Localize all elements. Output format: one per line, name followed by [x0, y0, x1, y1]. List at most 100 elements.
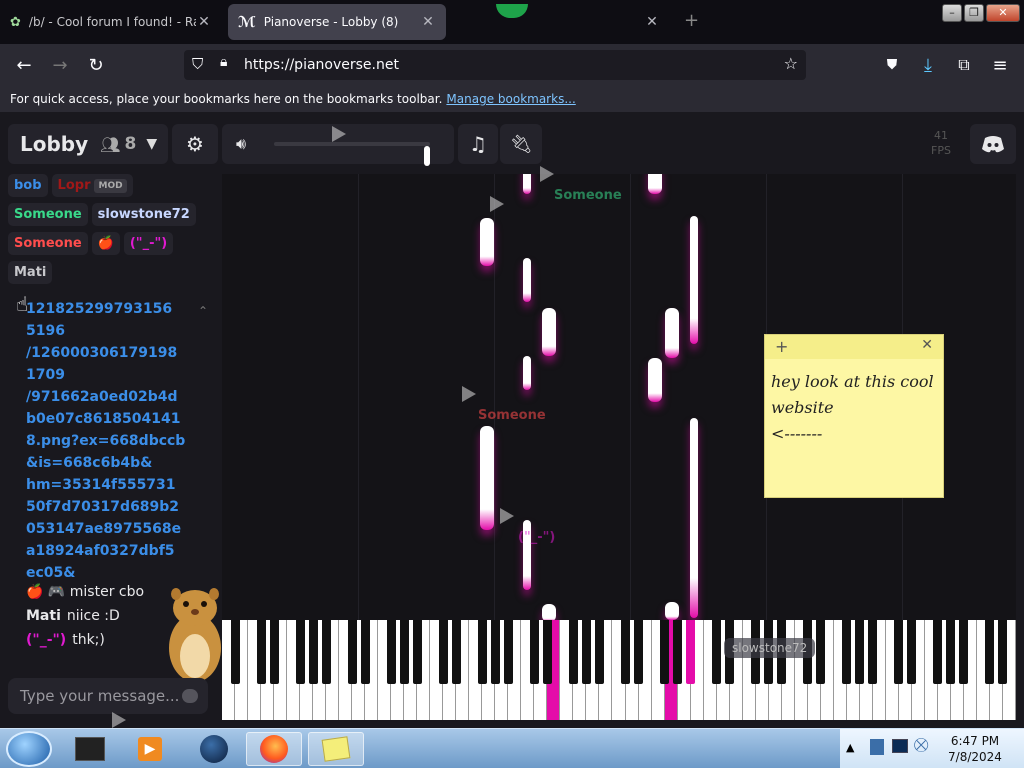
pocket-icon[interactable]: ⛊ — [878, 51, 906, 79]
user-chip[interactable]: slowstone72 — [91, 203, 196, 226]
black-key[interactable] — [946, 620, 956, 684]
black-key[interactable] — [568, 620, 578, 684]
sticky-note[interactable]: + ✕ hey look at this cool website <-----… — [764, 334, 944, 498]
black-key[interactable] — [868, 620, 878, 684]
chat-link-line[interactable]: 5196 — [8, 320, 214, 342]
black-key[interactable] — [686, 620, 696, 684]
add-note-icon[interactable]: + — [775, 337, 788, 356]
extensions-icon[interactable]: ⧉ — [950, 51, 978, 79]
black-key[interactable] — [621, 620, 630, 684]
black-key[interactable] — [438, 620, 448, 684]
show-hidden-icon[interactable]: ▲ — [846, 741, 854, 754]
black-key[interactable] — [256, 620, 266, 684]
chat-link-line[interactable]: 50f7d70317d689b2 — [8, 496, 214, 518]
black-key[interactable] — [842, 620, 852, 684]
lobby-selector[interactable]: Lobby 👥︎ 8 ▼ — [8, 124, 168, 164]
user-chip[interactable]: Someone — [8, 232, 88, 255]
menu-icon[interactable]: ≡ — [986, 51, 1014, 79]
black-key[interactable] — [634, 620, 644, 684]
user-chip[interactable]: 🍎 — [91, 232, 120, 255]
url-bar[interactable]: ⛉ 🔒︎ https://pianoverse.net ☆ — [184, 50, 806, 80]
bookmark-star-icon[interactable]: ☆ — [784, 54, 798, 73]
chat-link-line[interactable]: 121825299793156 — [8, 298, 214, 320]
black-key[interactable] — [660, 620, 670, 684]
network-icon[interactable] — [870, 739, 884, 755]
chat-link-line[interactable]: 1709 — [8, 364, 214, 386]
tab-pianoverse[interactable]: ℳ Pianoverse - Lobby (8) ✕ — [228, 4, 446, 40]
black-key[interactable] — [933, 620, 943, 684]
url-text[interactable]: https://pianoverse.net — [244, 57, 399, 73]
tab-close-icon[interactable]: ✕ — [420, 14, 436, 30]
taskbar-item[interactable] — [186, 732, 242, 766]
start-button[interactable] — [6, 731, 52, 767]
black-key[interactable] — [230, 620, 240, 684]
chat-link-line[interactable]: hm=35314f555731 — [8, 474, 214, 496]
volume-slider-track[interactable] — [274, 142, 430, 146]
black-key[interactable] — [347, 620, 357, 684]
forward-arrow-icon[interactable]: → — [46, 51, 74, 79]
black-key[interactable] — [321, 620, 331, 684]
taskbar-item[interactable] — [62, 732, 118, 766]
black-key[interactable] — [490, 620, 500, 684]
taskbar-item-sticky-notes[interactable] — [308, 732, 364, 766]
black-key[interactable] — [295, 620, 305, 684]
volume-slider-knob[interactable] — [424, 146, 430, 166]
black-key[interactable] — [985, 620, 995, 684]
discord-button[interactable] — [970, 124, 1016, 164]
sticky-note-text[interactable]: hey look at this cool website <------- — [765, 359, 943, 457]
black-key[interactable] — [399, 620, 409, 684]
volume-tray-icon[interactable]: ⛒ — [914, 737, 928, 753]
chat-link-line[interactable]: ec05& — [8, 562, 214, 584]
chat-link-line[interactable]: b0e07c8618504141 — [8, 408, 214, 430]
manage-bookmarks-link[interactable]: Manage bookmarks... — [446, 92, 575, 106]
minimize-icon[interactable]: – — [942, 4, 962, 22]
instrument-button[interactable]: ♫ — [458, 124, 498, 164]
chevron-down-icon[interactable]: ▼ — [146, 136, 157, 152]
chat-link-line[interactable]: &is=668c6b4b& — [8, 452, 214, 474]
black-key[interactable] — [712, 620, 722, 684]
taskbar-item[interactable]: ▶ — [122, 732, 178, 766]
system-clock[interactable]: 6:47 PM 7/8/2024 — [940, 733, 1010, 765]
chat-link-line[interactable]: 8.png?ex=668dbccb — [8, 430, 214, 452]
black-key[interactable] — [673, 620, 683, 684]
user-chip[interactable]: ("_-") — [123, 232, 174, 255]
user-chip[interactable]: Lopr MOD — [51, 174, 133, 197]
black-key[interactable] — [412, 620, 422, 684]
chat-link-line[interactable]: 053147ae8975568e — [8, 518, 214, 540]
user-chip[interactable]: Someone — [8, 203, 88, 226]
tab-close-icon[interactable]: ✕ — [644, 14, 660, 30]
black-key[interactable] — [529, 620, 539, 684]
tab-third[interactable]: ✕ — [452, 4, 670, 40]
piano-keyboard[interactable] — [222, 620, 1016, 720]
user-chip[interactable]: Mati — [8, 261, 53, 284]
black-key[interactable] — [998, 620, 1008, 684]
black-key[interactable] — [360, 620, 370, 684]
black-key[interactable] — [894, 620, 904, 684]
black-key[interactable] — [308, 620, 318, 684]
midi-button[interactable]: 🔌︎ — [500, 124, 542, 164]
close-window-icon[interactable]: ✕ — [986, 4, 1020, 22]
chat-link-line[interactable]: /971662a0ed02b4d — [8, 386, 214, 408]
chat-bubble-icon[interactable] — [182, 689, 198, 703]
black-key[interactable] — [477, 620, 487, 684]
download-icon[interactable]: ⤓ — [914, 51, 942, 79]
chat-scroll-up-icon[interactable]: ⌃ — [198, 304, 208, 318]
display-icon[interactable] — [892, 739, 908, 753]
black-key[interactable] — [542, 620, 552, 684]
tab-cool-forum[interactable]: ✿ /b/ - Cool forum I found! - Ran ✕ — [0, 4, 222, 40]
black-key[interactable] — [269, 620, 279, 684]
chat-link-message[interactable]: 121825299793156 5196/126000306179198 1709/… — [8, 298, 214, 584]
reload-icon[interactable]: ↻ — [82, 51, 110, 79]
restore-icon[interactable]: ❐ — [964, 4, 984, 22]
taskbar-item-firefox[interactable] — [246, 732, 302, 766]
tab-close-icon[interactable]: ✕ — [196, 14, 212, 30]
black-key[interactable] — [594, 620, 604, 684]
shield-icon[interactable]: ⛉ — [192, 55, 203, 73]
black-key[interactable] — [386, 620, 396, 684]
black-key[interactable] — [959, 620, 969, 684]
back-arrow-icon[interactable]: ← — [10, 51, 38, 79]
black-key[interactable] — [451, 620, 461, 684]
settings-button[interactable]: ⚙ — [172, 124, 218, 164]
close-note-icon[interactable]: ✕ — [921, 337, 933, 353]
chat-link-line[interactable]: a18924af0327dbf5 — [8, 540, 214, 562]
